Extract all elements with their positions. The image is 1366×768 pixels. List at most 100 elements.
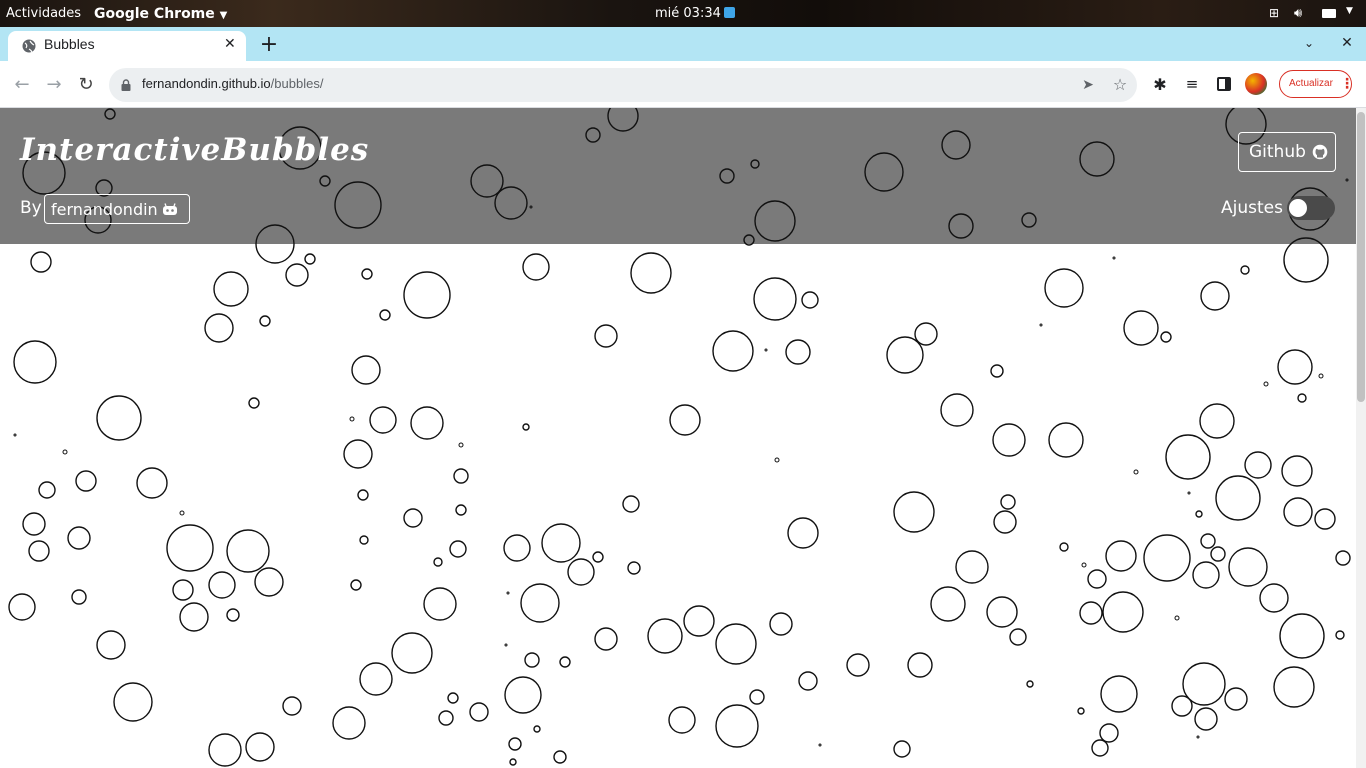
bubble[interactable] xyxy=(455,504,467,516)
bubble[interactable] xyxy=(1318,373,1324,379)
bubble[interactable] xyxy=(941,130,971,160)
bubble[interactable] xyxy=(559,656,571,668)
bubble[interactable] xyxy=(504,643,508,647)
bubble[interactable] xyxy=(993,510,1017,534)
bubble[interactable] xyxy=(774,457,780,463)
bubble[interactable] xyxy=(1174,615,1180,621)
bubble[interactable] xyxy=(683,605,715,637)
bubble[interactable] xyxy=(403,508,423,528)
forward-arrow-icon[interactable]: → xyxy=(44,74,64,95)
bubble[interactable] xyxy=(285,263,309,287)
bubble[interactable] xyxy=(248,397,260,409)
bubble[interactable] xyxy=(1263,381,1269,387)
bubble[interactable] xyxy=(553,750,567,764)
bubble[interactable] xyxy=(715,704,759,748)
bubble[interactable] xyxy=(1196,735,1200,739)
bubble[interactable] xyxy=(1283,497,1313,527)
bubble[interactable] xyxy=(438,710,454,726)
bubble[interactable] xyxy=(1215,475,1261,521)
bubble[interactable] xyxy=(1009,628,1027,646)
bubble[interactable] xyxy=(1240,265,1250,275)
reload-icon[interactable]: ↻ xyxy=(76,74,96,95)
bubble[interactable] xyxy=(1192,561,1220,589)
bubble[interactable] xyxy=(1259,583,1289,613)
bubble[interactable] xyxy=(453,468,469,484)
send-icon[interactable]: ➤ xyxy=(1079,76,1097,94)
bubble[interactable] xyxy=(753,277,797,321)
activities-button[interactable]: Actividades xyxy=(6,6,81,21)
bubble[interactable] xyxy=(1044,268,1084,308)
bubble[interactable] xyxy=(423,587,457,621)
bubble[interactable] xyxy=(533,725,541,733)
bubble[interactable] xyxy=(179,510,185,516)
battery-icon[interactable] xyxy=(1322,6,1336,21)
bubble[interactable] xyxy=(136,467,168,499)
bubble[interactable] xyxy=(529,205,533,209)
github-button[interactable]: Github xyxy=(1238,132,1336,172)
bubble[interactable] xyxy=(319,175,331,187)
close-window-icon[interactable]: ✕ xyxy=(1339,35,1355,51)
bubble[interactable] xyxy=(990,364,1004,378)
bubble[interactable] xyxy=(208,571,236,599)
bubble[interactable] xyxy=(1171,695,1193,717)
bubble[interactable] xyxy=(506,591,510,595)
bubble[interactable] xyxy=(668,706,696,734)
bubble[interactable] xyxy=(391,632,433,674)
bubble[interactable] xyxy=(647,618,683,654)
bubble[interactable] xyxy=(259,315,271,327)
bubble[interactable] xyxy=(351,355,381,385)
avatar[interactable] xyxy=(1245,73,1267,95)
bubble[interactable] xyxy=(509,758,517,766)
bubble[interactable] xyxy=(433,557,443,567)
bubble[interactable] xyxy=(1123,310,1159,346)
bubble[interactable] xyxy=(226,529,270,573)
bubble[interactable] xyxy=(449,540,467,558)
bubble[interactable] xyxy=(504,676,542,714)
bubble[interactable] xyxy=(172,579,194,601)
bubble[interactable] xyxy=(204,313,234,343)
bubble[interactable] xyxy=(350,579,362,591)
bubble[interactable] xyxy=(359,662,393,696)
bubble[interactable] xyxy=(369,406,397,434)
bubble[interactable] xyxy=(1244,451,1272,479)
bubble[interactable] xyxy=(22,512,46,536)
bubble[interactable] xyxy=(864,152,904,192)
bubble[interactable] xyxy=(13,433,17,437)
bubble[interactable] xyxy=(1187,491,1191,495)
bubble[interactable] xyxy=(1297,393,1307,403)
bubble[interactable] xyxy=(1099,723,1119,743)
bubble[interactable] xyxy=(1165,434,1211,480)
bubble[interactable] xyxy=(1228,547,1268,587)
bubble[interactable] xyxy=(508,737,522,751)
bubble[interactable] xyxy=(719,168,735,184)
bubble[interactable] xyxy=(522,253,550,281)
bubble[interactable] xyxy=(96,395,142,441)
bubble[interactable] xyxy=(585,127,601,143)
bubble[interactable] xyxy=(359,535,369,545)
bubble[interactable] xyxy=(357,489,369,501)
bubble[interactable] xyxy=(1048,422,1084,458)
bubble[interactable] xyxy=(1079,601,1103,625)
bubble[interactable] xyxy=(798,671,818,691)
clock[interactable]: mié 03:34 xyxy=(655,6,735,21)
bubble[interactable] xyxy=(469,702,489,722)
bubble[interactable] xyxy=(764,348,768,352)
bubble[interactable] xyxy=(1021,212,1037,228)
bubble[interactable] xyxy=(410,406,444,440)
bubble[interactable] xyxy=(282,696,302,716)
bubble[interactable] xyxy=(1160,331,1172,343)
bubble[interactable] xyxy=(343,439,373,469)
bubble[interactable] xyxy=(503,534,531,562)
bubble[interactable] xyxy=(986,596,1018,628)
tab-search-chevron-icon[interactable]: ⌄ xyxy=(1300,34,1318,52)
bubble[interactable] xyxy=(30,251,52,273)
volume-icon[interactable]: 🔊︎ xyxy=(1294,6,1302,21)
bubble[interactable] xyxy=(522,423,530,431)
bubble[interactable] xyxy=(1277,349,1313,385)
new-tab-icon[interactable]: + xyxy=(258,32,280,57)
bubble[interactable] xyxy=(1194,707,1218,731)
system-menu-icon[interactable]: ▼ xyxy=(1346,6,1353,16)
bubble[interactable] xyxy=(75,470,97,492)
bubble[interactable] xyxy=(1059,542,1069,552)
media-queue-icon[interactable]: ≡ xyxy=(1182,74,1202,94)
